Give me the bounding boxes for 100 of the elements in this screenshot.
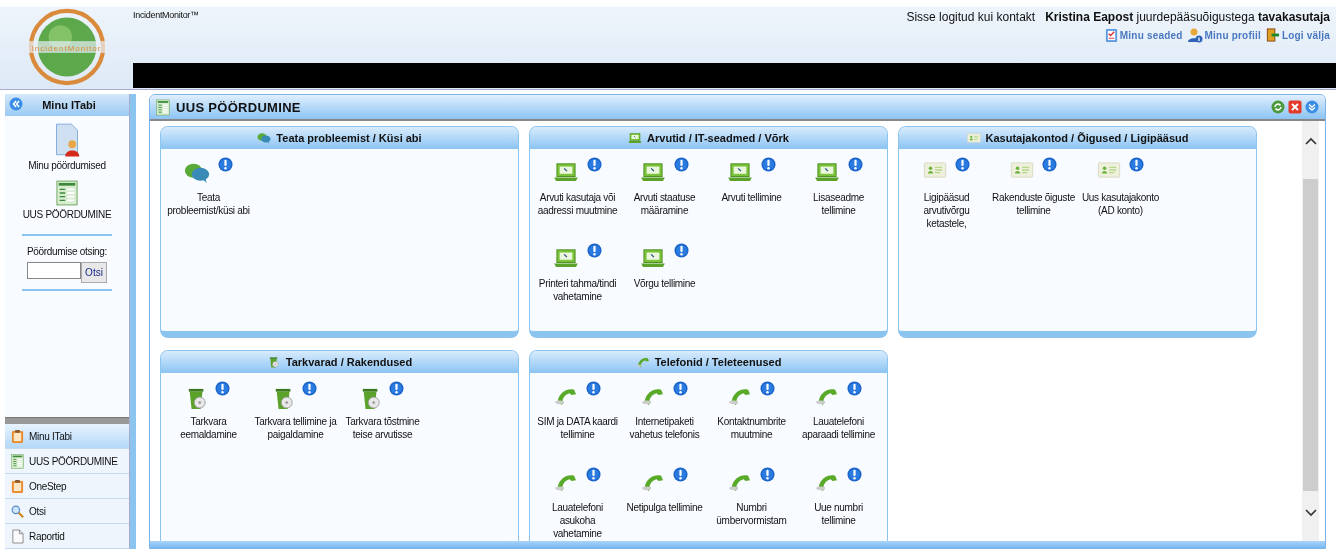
phone-icon [641, 386, 665, 406]
info-icon[interactable] [218, 157, 233, 172]
phone-icon [815, 472, 839, 492]
laptop-icon [640, 248, 666, 268]
document-icon [11, 528, 24, 544]
request-type[interactable]: Tarkvara eemaldamine [165, 379, 252, 465]
form-icon [156, 98, 170, 116]
sidebar-title: Minu ITabi [42, 99, 97, 111]
search-label: Pöördumise otsing: [26, 246, 108, 257]
shortcut-link[interactable]: UUS PÖÖRDUMINE [22, 179, 112, 220]
id-card-icon [1097, 162, 1121, 178]
laptop-icon [814, 162, 840, 182]
info-icon[interactable] [673, 381, 688, 396]
collapse-icon[interactable] [9, 97, 23, 113]
form-icon [56, 179, 78, 207]
info-icon[interactable] [760, 467, 775, 482]
request-type[interactable]: Tarkvara tõstmine teise arvutisse [339, 379, 426, 465]
login-info: Sisse logitud kui kontakt Kristina Eapost juurdepääsuõigustega tavakasutaja [906, 10, 1330, 24]
request-type[interactable]: Uue numbri tellimine [795, 465, 882, 541]
nav-item[interactable]: Otsi [5, 499, 129, 524]
laptop-icon [553, 162, 579, 182]
info-icon[interactable] [674, 243, 689, 258]
scroll-thumb[interactable] [1303, 179, 1318, 491]
request-type[interactable]: Numbri ümbervormistam [708, 465, 795, 541]
request-type[interactable]: Teata probleemist/küsi abi [165, 155, 252, 241]
info-icon[interactable] [215, 381, 230, 396]
header-link[interactable]: Minu seaded [1104, 27, 1183, 43]
request-type[interactable]: Printeri tahma/tindi vahetamine [534, 241, 621, 327]
bin-icon [187, 386, 207, 410]
request-type[interactable]: Arvuti staatuse määramine [621, 155, 708, 241]
category-title: Tarkvarad / Rakendused [285, 356, 413, 368]
info-icon[interactable] [389, 381, 404, 396]
info-icon[interactable] [760, 381, 775, 396]
id-card-icon [1010, 162, 1034, 178]
chat-icon [257, 132, 272, 144]
request-type[interactable]: Lisaseadme tellimine [795, 155, 882, 241]
nav-item[interactable]: UUS PÖÖRDUMINE [5, 449, 129, 474]
request-type[interactable]: Rakenduste õiguste tellimine [990, 155, 1077, 241]
document-user-icon [53, 120, 81, 158]
info-icon[interactable] [848, 157, 863, 172]
bin-icon [274, 386, 294, 410]
id-card-icon [966, 132, 981, 144]
laptop-icon [628, 132, 643, 144]
request-type[interactable]: SIM ja DATA kaardi tellimine [534, 379, 621, 465]
info-icon[interactable] [955, 157, 970, 172]
splitter-handle[interactable] [5, 417, 129, 424]
collapse-icon[interactable] [1305, 100, 1319, 114]
request-type[interactable]: Võrgu tellimine [621, 241, 708, 327]
laptop-icon [553, 248, 579, 268]
close-icon[interactable] [1288, 100, 1302, 114]
info-icon[interactable] [847, 381, 862, 396]
search-field[interactable] [27, 262, 82, 279]
request-type[interactable]: Arvuti tellimine [708, 155, 795, 241]
info-icon[interactable] [587, 243, 602, 258]
info-icon[interactable] [674, 157, 689, 172]
category-title: Kasutajakontod / Õigused / Ligipääsud [985, 132, 1189, 144]
request-type[interactable]: Arvuti kasutaja või aadressi muutmine [534, 155, 621, 241]
info-icon[interactable] [847, 467, 862, 482]
info-icon[interactable] [302, 381, 317, 396]
refresh-icon[interactable] [1271, 100, 1285, 114]
request-type[interactable]: Uus kasutajakonto (AD konto) [1077, 155, 1164, 241]
search-icon [11, 503, 24, 519]
nav-item[interactable]: OneStep [5, 474, 129, 499]
bin-icon [361, 386, 381, 410]
phone-icon [728, 472, 752, 492]
phone-icon [554, 386, 578, 406]
panel-title: UUS PÖÖRDUMINE [176, 99, 302, 115]
info-icon[interactable] [761, 157, 776, 172]
request-type[interactable]: Lauatelefoni asukoha vahetamine [534, 465, 621, 541]
laptop-icon [640, 162, 666, 182]
clipboard-icon [1104, 27, 1118, 43]
info-icon[interactable] [673, 467, 688, 482]
request-type[interactable]: Kontaktnumbrite muutmine [708, 379, 795, 465]
form-icon [11, 453, 24, 469]
info-icon[interactable] [586, 467, 601, 482]
info-icon[interactable] [1042, 157, 1057, 172]
info-icon[interactable] [586, 381, 601, 396]
header-link[interactable]: Logi välja [1264, 27, 1330, 43]
request-type[interactable]: Ligipääsud arvutivõrgu ketastele, [903, 155, 990, 241]
app-name: IncidentMonitor™ [133, 10, 199, 22]
nav-item[interactable]: Minu ITabi [5, 424, 129, 449]
nav-item[interactable]: Raportid [5, 524, 129, 549]
category-title: Telefonid / Teleteenused [654, 356, 782, 368]
info-icon[interactable] [1129, 157, 1144, 172]
user-icon [1186, 27, 1203, 43]
shortcut-link[interactable]: Minu pöördumised [22, 120, 112, 171]
request-type[interactable]: Lauatelefoni aparaadi tellimine [795, 379, 882, 465]
phone-icon [554, 472, 578, 492]
request-type[interactable]: Tarkvara tellimine ja paigaldamine [252, 379, 339, 465]
scrollbar[interactable] [1302, 121, 1319, 541]
search-button[interactable]: Otsi [81, 262, 107, 283]
info-icon[interactable] [587, 157, 602, 172]
phone-icon [635, 356, 650, 368]
request-type[interactable]: Netipulga tellimine [621, 465, 708, 541]
phone-icon [728, 386, 752, 406]
chat-icon [184, 162, 210, 183]
request-type[interactable]: Internetipaketi vahetus telefonis [621, 379, 708, 465]
category-title: Teata probleemist / Küsi abi [276, 132, 422, 144]
logo-text: IncidentMonitor [30, 44, 103, 53]
header-link[interactable]: Minu profiil [1186, 27, 1261, 43]
